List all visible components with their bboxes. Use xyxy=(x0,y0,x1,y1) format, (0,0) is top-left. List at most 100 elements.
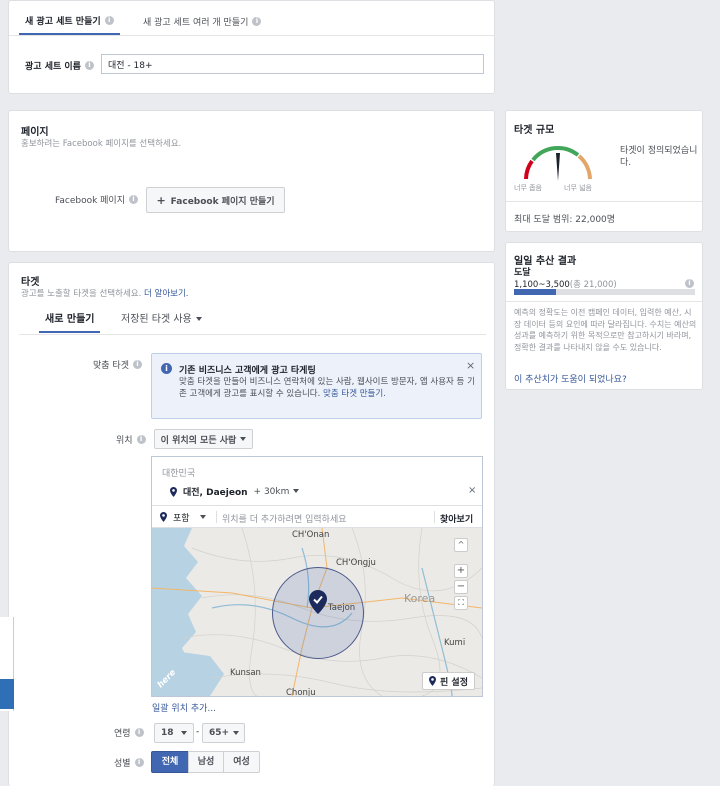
background-window-edge xyxy=(0,617,14,711)
map-label-kumi: Kumi xyxy=(444,638,466,648)
age-min-dropdown[interactable]: 18 xyxy=(154,723,194,743)
background-window-bar xyxy=(0,679,14,709)
map-label-chonju: Chonju xyxy=(286,688,316,696)
drop-pin-button[interactable]: 핀 설정 xyxy=(422,672,475,690)
chevron-down-icon xyxy=(181,731,187,735)
daily-results-divider xyxy=(506,301,702,302)
adset-name-input[interactable]: 대전 - 18+ xyxy=(101,54,484,74)
collapse-map-button[interactable]: ^ xyxy=(454,538,468,552)
location-label: 위치 i xyxy=(116,433,146,446)
reach-bar-fill xyxy=(514,289,556,295)
max-reach: 최대 도달 범위: 22,000명 xyxy=(514,215,616,225)
page-section-subtitle: 홍보하려는 Facebook 페이지를 선택하세요. xyxy=(21,139,182,149)
location-box: 대한민국 대전, Daejeon + 30km × 포함 위치를 더 추가하려면… xyxy=(151,456,483,697)
map-pin-icon xyxy=(309,590,327,614)
age-separator: - xyxy=(196,727,200,737)
targeting-subtitle: 광고를 노출할 타겟을 선택하세요. 더 알아보기. xyxy=(21,287,189,299)
gender-label-text: 성별 xyxy=(114,759,131,769)
chevron-down-icon xyxy=(195,317,202,321)
selected-location: 대전, Daejeon + 30km xyxy=(170,485,300,498)
chevron-down-icon xyxy=(233,731,240,735)
gender-label: 성별 i xyxy=(114,756,144,769)
gender-male-button[interactable]: 남성 xyxy=(188,751,224,773)
location-map[interactable]: CH'Onan CH'Ongju Taejon Korea Kumi Kunsa… xyxy=(152,528,482,696)
location-label-text: 위치 xyxy=(116,436,133,446)
add-bulk-locations-link[interactable]: 일괄 위치 추가... xyxy=(152,701,216,714)
remove-location-icon[interactable]: × xyxy=(468,485,476,496)
audience-size-card: 타겟 규모 너무 좁음 너무 넓음 타겟이 정의되었습니다. 최대 도달 범위:… xyxy=(505,110,703,232)
info-icon[interactable]: i xyxy=(252,16,262,26)
selected-city: 대전, Daejeon xyxy=(183,488,248,498)
location-search-input[interactable]: 위치를 더 추가하려면 입력하세요 xyxy=(222,512,427,525)
tab-multiple-adsets[interactable]: 새 광고 세트 여러 개 만들기 i xyxy=(143,7,262,35)
age-label: 연령 i xyxy=(114,726,144,739)
zoom-out-button[interactable]: − xyxy=(454,580,468,594)
include-value: 포함 xyxy=(173,513,190,524)
create-facebook-page-button[interactable]: + Facebook 페이지 만들기 xyxy=(146,187,285,213)
map-label-taejon: Taejon xyxy=(328,603,356,613)
radius-value: + 30km xyxy=(253,486,290,497)
targeting-title: 타겟 xyxy=(21,277,40,288)
custom-audience-label: 맞춤 타겟 i xyxy=(93,358,142,371)
estimate-feedback-link[interactable]: 이 추산치가 도움이 되었나요? xyxy=(514,372,627,385)
tab-single-adset-label: 새 광고 세트 만들기 xyxy=(25,16,101,27)
targeting-subtitle-text: 광고를 노출할 타겟을 선택하세요. xyxy=(21,289,142,299)
adset-name-card: 새 광고 세트 만들기 i 새 광고 세트 여러 개 만들기 i 광고 세트 이… xyxy=(8,0,495,94)
location-type-dropdown[interactable]: 이 위치의 모든 사람 xyxy=(154,429,253,449)
location-pin-icon xyxy=(170,486,177,497)
close-icon[interactable]: × xyxy=(466,359,475,372)
daily-results-description: 예측의 정확도는 이전 캠페인 데이터, 입력한 예산, 시장 데이터 등의 요… xyxy=(514,308,697,352)
info-icon[interactable]: i xyxy=(84,61,94,70)
gender-female-button[interactable]: 여성 xyxy=(223,751,260,773)
info-icon[interactable]: i xyxy=(685,279,694,288)
tab-multiple-adsets-label: 새 광고 세트 여러 개 만들기 xyxy=(143,17,249,28)
chevron-down-icon xyxy=(293,489,300,493)
gender-all-button[interactable]: 전체 xyxy=(151,751,189,773)
tab-saved-audience[interactable]: 저장된 타겟 사용 xyxy=(121,307,202,333)
zoom-in-button[interactable]: + xyxy=(454,564,468,578)
include-dropdown[interactable]: 포함 xyxy=(160,509,206,525)
create-facebook-page-label: Facebook 페이지 만들기 xyxy=(170,196,275,207)
info-icon[interactable]: i xyxy=(134,758,144,767)
info-icon[interactable]: i xyxy=(134,728,144,737)
info-circle-icon: i xyxy=(161,363,172,374)
page-section-title: 페이지 xyxy=(21,127,49,138)
age-max-value: 65+ xyxy=(209,728,230,738)
map-label-chongju: CH'Ongju xyxy=(336,558,376,568)
audience-status: 타겟이 정의되었습니다. xyxy=(620,146,698,168)
age-max-dropdown[interactable]: 65+ xyxy=(202,723,245,743)
country-label: 대한민국 xyxy=(162,469,196,479)
tab-saved-audience-label: 저장된 타겟 사용 xyxy=(121,314,192,325)
tab-single-adset[interactable]: 새 광고 세트 만들기 i xyxy=(19,7,120,35)
age-min-value: 18 xyxy=(161,728,174,738)
facebook-page-label: Facebook 페이지 i xyxy=(55,193,138,206)
include-separator xyxy=(216,511,217,523)
audience-size-title: 타겟 규모 xyxy=(514,125,555,136)
too-broad-label: 너무 넓음 xyxy=(564,184,592,192)
fullscreen-icon[interactable]: ⛶ xyxy=(454,596,468,610)
map-label-kunsan: Kunsan xyxy=(230,668,261,678)
create-custom-audience-link[interactable]: 맞춤 타겟 만들기. xyxy=(323,389,386,399)
age-label-text: 연령 xyxy=(114,729,131,739)
audience-divider xyxy=(506,201,702,202)
tab-new-audience[interactable]: 새로 만들기 xyxy=(39,307,101,333)
audience-gauge-icon xyxy=(524,146,592,181)
adset-name-label: 광고 세트 이름 i xyxy=(25,59,94,72)
info-icon[interactable]: i xyxy=(132,360,142,369)
plus-icon: + xyxy=(156,193,166,207)
adset-name-label-text: 광고 세트 이름 xyxy=(25,62,81,72)
info-icon[interactable]: i xyxy=(104,15,114,25)
radius-dropdown[interactable]: + 30km xyxy=(254,487,300,497)
info-box-body: 맞춤 타겟을 만들어 비즈니스 연락처에 있는 사람, 웹사이트 방문자, 앱 … xyxy=(179,376,475,400)
info-icon[interactable]: i xyxy=(136,435,146,444)
location-pin-icon xyxy=(429,676,436,686)
location-pin-icon xyxy=(160,512,167,522)
info-icon[interactable]: i xyxy=(129,195,138,204)
map-label-chonan: CH'Onan xyxy=(292,530,330,540)
learn-more-link[interactable]: 더 알아보기. xyxy=(144,289,189,299)
targeting-tabs-divider xyxy=(19,334,486,335)
browse-button[interactable]: 찾아보기 xyxy=(440,512,473,525)
reach-metric-label: 도달 xyxy=(514,268,531,278)
info-box-title: 기존 비즈니스 고객에게 광고 타게팅 xyxy=(179,366,316,376)
drop-pin-label: 핀 설정 xyxy=(440,677,468,688)
